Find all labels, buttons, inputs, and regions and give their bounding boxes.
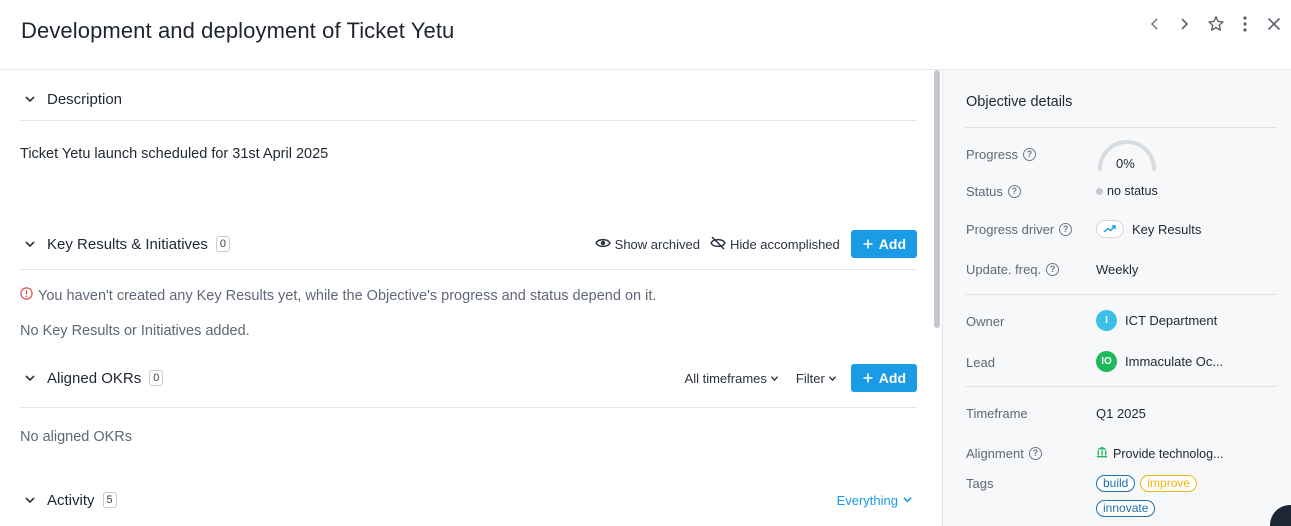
chevron-right-icon[interactable] — [1172, 12, 1196, 36]
key-results-section-header: Key Results & Initiatives 0 Show archive… — [20, 229, 917, 259]
trend-icon — [1096, 220, 1124, 238]
timeframes-dropdown[interactable]: All timeframes — [685, 371, 779, 386]
alignment-value[interactable]: Provide technolog... — [1096, 446, 1224, 461]
scrollbar-thumb[interactable] — [934, 70, 940, 328]
timeframes-label: All timeframes — [684, 370, 767, 386]
filter-dropdown[interactable]: Filter — [796, 371, 837, 386]
section-title: Activity — [47, 491, 95, 509]
tags-list: build improve — [1096, 475, 1198, 492]
close-icon[interactable] — [1262, 12, 1286, 36]
aligned-empty: No aligned OKRs — [20, 429, 133, 445]
chevron-down-icon[interactable] — [20, 234, 40, 254]
lead-value[interactable]: IO Immaculate Oc... — [1096, 351, 1223, 372]
plus-icon — [863, 370, 873, 386]
alignment-label: Alignment ? — [966, 446, 1042, 461]
filter-label: Filter — [795, 370, 825, 386]
chevron-down-icon — [770, 371, 779, 386]
progress-label: Progress ? — [966, 147, 1037, 162]
tag-improve[interactable]: improve — [1140, 475, 1198, 492]
chevron-down-icon[interactable] — [20, 368, 40, 388]
activity-section-header: Activity 5 Everything — [20, 485, 917, 515]
warning-text: You haven't created any Key Results yet,… — [38, 287, 657, 304]
show-archived-label: Show archived — [614, 236, 700, 252]
divider — [965, 294, 1277, 295]
progress-driver-value[interactable]: Key Results — [1096, 220, 1201, 238]
help-icon[interactable]: ? — [1023, 148, 1037, 161]
plus-icon — [863, 236, 873, 252]
page-title: Development and deployment of Ticket Yet… — [21, 18, 455, 43]
status-dot — [1096, 187, 1103, 195]
key-results-toolbar: Show archived Hide accomplished Add — [594, 229, 917, 259]
hide-accomplished-button[interactable]: Hide accomplished — [710, 235, 840, 253]
divider — [965, 386, 1277, 387]
tags-list-row-2: innovate — [1096, 500, 1156, 517]
chevron-down-icon[interactable] — [20, 89, 40, 109]
status-value[interactable]: no status — [1096, 184, 1158, 198]
count-badge: 5 — [102, 492, 117, 508]
progress-value: 0% — [1116, 156, 1135, 171]
main-content: Description Ticket Yetu launch scheduled… — [0, 70, 942, 526]
eye-icon — [594, 237, 611, 252]
count-badge: 0 — [215, 236, 231, 252]
chevron-down-icon — [828, 371, 837, 386]
key-results-warning: You haven't created any Key Results yet,… — [20, 287, 656, 304]
section-title: Aligned OKRs — [47, 369, 142, 387]
progress-driver-label: Progress driver ? — [966, 222, 1073, 237]
chevron-left-icon[interactable] — [1143, 12, 1167, 36]
bank-icon — [1096, 446, 1108, 461]
hide-accomplished-label: Hide accomplished — [729, 236, 840, 252]
add-aligned-okr-button[interactable]: Add — [850, 364, 917, 392]
timeframe-value[interactable]: Q1 2025 — [1096, 406, 1146, 421]
divider — [20, 120, 917, 121]
show-archived-button[interactable]: Show archived — [594, 236, 700, 252]
divider — [20, 269, 917, 270]
count-badge: 0 — [149, 370, 164, 386]
owner-value[interactable]: I ICT Department — [1096, 310, 1217, 331]
warning-icon — [20, 287, 33, 304]
activity-filter-label: Everything — [836, 492, 898, 508]
section-title: Description — [47, 90, 123, 108]
progress-gauge: 0% — [1096, 138, 1158, 172]
objective-details-panel: Objective details Progress ? 0% Status ?… — [942, 70, 1291, 526]
key-results-empty: No Key Results or Initiatives added. — [20, 323, 250, 339]
description-section-header[interactable]: Description — [20, 84, 917, 114]
timeframe-label: Timeframe — [966, 406, 1028, 421]
tags-label: Tags — [966, 476, 994, 491]
lead-label: Lead — [966, 355, 995, 370]
help-icon[interactable]: ? — [1046, 263, 1060, 276]
eye-off-icon — [710, 235, 726, 253]
status-label: Status ? — [966, 184, 1021, 199]
owner-label: Owner — [966, 314, 1005, 329]
help-icon[interactable]: ? — [1059, 223, 1073, 236]
activity-filter-dropdown[interactable]: Everything — [837, 485, 913, 515]
add-label: Add — [878, 370, 906, 386]
divider — [965, 127, 1277, 128]
help-icon[interactable]: ? — [1007, 185, 1021, 198]
more-vertical-icon[interactable] — [1233, 12, 1257, 36]
description-text[interactable]: Ticket Yetu launch scheduled for 31st Ap… — [20, 146, 328, 162]
update-frequency-label: Update. freq. ? — [966, 262, 1060, 277]
aligned-okrs-section-header: Aligned OKRs 0 All timeframes Filter Add — [20, 363, 917, 393]
avatar: I — [1096, 310, 1117, 331]
add-label: Add — [878, 236, 906, 252]
section-title: Key Results & Initiatives — [47, 235, 208, 253]
panel-title: Objective details — [966, 94, 1073, 110]
tag-innovate[interactable]: innovate — [1096, 500, 1156, 517]
star-icon[interactable] — [1204, 12, 1228, 36]
divider — [20, 407, 917, 408]
add-key-result-button[interactable]: Add — [850, 230, 917, 258]
avatar: IO — [1096, 351, 1117, 372]
chevron-down-icon — [902, 493, 913, 508]
header: Development and deployment of Ticket Yet… — [0, 0, 1291, 70]
tag-build[interactable]: build — [1096, 475, 1136, 492]
help-icon[interactable]: ? — [1028, 447, 1042, 460]
aligned-toolbar: All timeframes Filter Add — [685, 363, 917, 393]
scrollbar[interactable] — [933, 70, 941, 526]
chevron-down-icon[interactable] — [20, 490, 40, 510]
update-frequency-value[interactable]: Weekly — [1096, 262, 1138, 277]
